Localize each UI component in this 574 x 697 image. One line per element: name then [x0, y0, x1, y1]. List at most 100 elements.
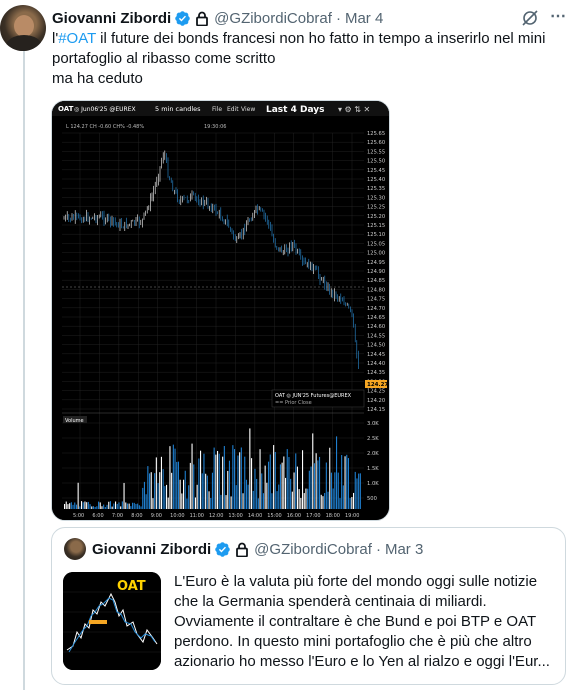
volume-bar [194, 497, 196, 509]
price-axis-label: 125.30 [367, 195, 385, 201]
volume-bar [278, 484, 280, 509]
chart-menu-edit[interactable]: Edit [227, 106, 239, 113]
volume-bar [140, 506, 142, 509]
price-axis-label: 124.20 [367, 398, 385, 404]
volume-bar [171, 472, 173, 509]
volume-bar [242, 493, 244, 509]
volume-bar [181, 493, 183, 509]
tweet-date[interactable]: Mar 4 [345, 10, 383, 27]
volume-bar [64, 503, 66, 509]
volume-bar [147, 466, 149, 509]
volume-bar [84, 501, 86, 509]
volume-bar [235, 485, 237, 509]
volume-bar [349, 498, 351, 509]
volume-bar [101, 506, 103, 509]
volume-bar [322, 496, 324, 509]
volume-bar [257, 498, 259, 509]
volume-bar [167, 497, 169, 509]
volume-bar [79, 506, 81, 509]
volume-bar [121, 501, 123, 509]
quote-thumbnail[interactable]: OAT [63, 572, 161, 670]
quote-avatar[interactable] [64, 538, 86, 560]
volume-bar [75, 504, 77, 509]
volume-bar [268, 461, 270, 509]
volume-bar [169, 446, 171, 509]
volume-bar [230, 496, 232, 509]
time-axis-label: 5:00 [73, 513, 84, 519]
volume-bar [89, 504, 91, 509]
volume-bar [103, 504, 105, 509]
volume-axis-label: 2.5K [367, 436, 379, 442]
volume-bar [319, 456, 321, 509]
volume-bar [157, 483, 159, 509]
volume-bar [215, 454, 217, 509]
quote-text: L'Euro è la valuta più forte del mondo o… [174, 572, 559, 672]
volume-bar [208, 491, 210, 509]
quoted-tweet[interactable]: Giovanni Zibordi @GZibordiCobraf · Mar 3… [51, 527, 566, 685]
volume-bar [327, 491, 329, 509]
volume-bar [351, 497, 353, 509]
volume-bar [254, 468, 256, 509]
quote-thumb-label: OAT [117, 579, 146, 594]
chart-info-line: L 124.27 CH -0.60 CH% -0.48% [66, 124, 144, 130]
chart-menu-file[interactable]: File [212, 106, 222, 113]
volume-bar [155, 457, 157, 509]
author-name[interactable]: Giovanni Zibordi [52, 10, 171, 27]
volume-bar [303, 493, 305, 509]
volume-bar [256, 478, 258, 509]
volume-bar [285, 477, 287, 509]
volume-bar [293, 472, 295, 509]
volume-bar [290, 478, 292, 509]
quote-date[interactable]: Mar 3 [385, 541, 423, 558]
volume-bar [240, 447, 242, 509]
quote-author-name[interactable]: Giovanni Zibordi [92, 541, 211, 558]
separator-dot: · [335, 9, 341, 27]
volume-bar [225, 495, 227, 509]
time-axis-label: 14:00 [248, 513, 262, 519]
volume-bar [159, 472, 161, 509]
volume-bar [317, 460, 319, 509]
price-axis-label: 124.40 [367, 361, 385, 367]
volume-bar [358, 473, 360, 509]
hashtag-link[interactable]: #OAT [58, 30, 96, 47]
volume-bar [295, 453, 297, 509]
volume-bar [108, 501, 110, 509]
price-axis-label: 125.60 [367, 140, 385, 146]
grok-icon[interactable] [520, 8, 540, 28]
volume-bar [69, 503, 71, 509]
volume-bar [213, 447, 215, 509]
avatar[interactable] [0, 5, 46, 51]
volume-bar [150, 472, 152, 509]
volume-bar [274, 451, 276, 509]
volume-bar [160, 456, 162, 509]
price-axis-label: 124.25 [367, 389, 385, 395]
volume-bar [109, 501, 111, 509]
volume-bar [116, 503, 118, 509]
volume-bar [65, 501, 67, 509]
price-axis-label: 124.80 [367, 287, 385, 293]
volume-bar [196, 484, 198, 509]
volume-axis-label: 3.0K [367, 421, 379, 427]
more-icon[interactable]: ⋯ [550, 6, 570, 26]
chart-image[interactable]: OAT ◎ Jun06'25 @EUREX 5 min candles File… [51, 100, 390, 521]
volume-bar [189, 462, 191, 509]
quote-handle[interactable]: @GZibordiCobraf [254, 541, 372, 558]
price-axis-label: 124.85 [367, 278, 385, 284]
volume-bar [223, 446, 225, 509]
chart-interval[interactable]: 5 min candles [155, 105, 201, 113]
volume-bar [346, 454, 348, 509]
volume-bar [186, 498, 188, 509]
volume-bar [74, 502, 76, 509]
chart-toolbar-icons[interactable]: ▾ ⚙ ⇅ ✕ [338, 105, 370, 114]
volume-bar [77, 482, 79, 509]
author-handle[interactable]: @GZibordiCobraf [214, 10, 332, 27]
volume-bar [174, 448, 176, 509]
last-price-tag: 124.27 [367, 382, 388, 388]
chart-range[interactable]: Last 4 Days [266, 105, 325, 115]
volume-bar [330, 472, 332, 509]
volume-bar [347, 458, 349, 509]
chart-menu-view[interactable]: View [241, 106, 255, 113]
volume-bar [341, 455, 343, 509]
volume-bar [271, 493, 273, 509]
volume-bar [137, 503, 139, 509]
